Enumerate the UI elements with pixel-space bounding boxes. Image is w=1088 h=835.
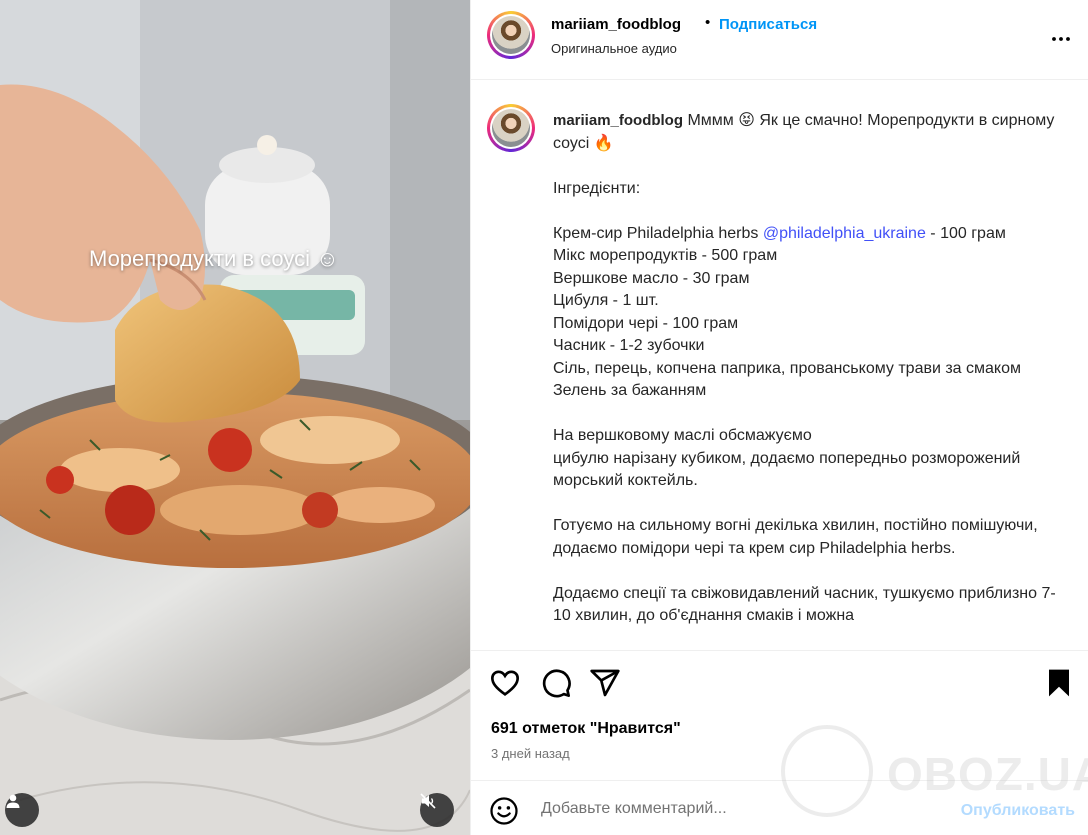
paper-plane-icon[interactable] [589, 667, 621, 699]
bookmark-icon[interactable] [1043, 667, 1075, 699]
step-3: Додаємо спеції та свіжовидавлений часник… [553, 584, 1056, 625]
mention-link[interactable]: @philadelphia_ukraine [763, 225, 926, 242]
likes-count[interactable]: 691 отметок "Нравится" [491, 720, 681, 738]
ingredient-4: Цибуля - 1 шт. [553, 292, 659, 309]
comment-bar: Опубликовать [471, 780, 1088, 835]
user-tag-button[interactable] [5, 793, 39, 827]
ingredients-title: Інгредієнти: [553, 179, 641, 197]
caption-username[interactable]: mariiam_foodblog [553, 112, 683, 129]
ingredient-7: Сіль, перець, копчена паприка, прованськ… [553, 359, 1021, 377]
caption-text: mariiam_foodblog Мммм 😝 Як це смачно! Мо… [553, 110, 1073, 628]
post-sidebar: mariiam_foodblog • Подписаться Оригиналь… [470, 0, 1088, 835]
ingredient-3: Вершкове масло - 30 грам [553, 269, 750, 287]
audio-label[interactable]: Оригинальное аудио [551, 41, 677, 56]
muted-speaker-icon [420, 793, 436, 809]
emoji-icon[interactable] [489, 796, 519, 826]
food-photo [0, 0, 470, 835]
comment-icon[interactable] [540, 667, 572, 699]
post-caption: mariiam_foodblog Мммм 😝 Як це смачно! Мо… [471, 80, 1088, 650]
user-icon [6, 794, 20, 808]
ingredient-2: Мікс морепродуктів - 500 грам [553, 247, 778, 264]
avatar-photo [492, 109, 530, 147]
post-actions: 691 отметок "Нравится" 3 дней назад [471, 650, 1088, 780]
post-header: mariiam_foodblog • Подписаться Оригиналь… [471, 0, 1088, 80]
header-username[interactable]: mariiam_foodblog [551, 16, 681, 33]
post-media[interactable]: Морепродукти в соусі ☺ [0, 0, 470, 835]
comment-input[interactable] [541, 795, 921, 823]
post-timestamp[interactable]: 3 дней назад [491, 746, 570, 761]
heart-icon[interactable] [489, 667, 521, 699]
step-1-line-2: цибулю нарізану кубиком, додаємо поперед… [553, 449, 1021, 490]
ingredient-1-amount: - 100 грам [925, 224, 1006, 242]
separator-dot: • [705, 14, 711, 31]
ingredient-8: Зелень за бажанням [553, 382, 707, 399]
step-2: Готуємо на сильному вогні декілька хвили… [553, 517, 1038, 557]
mute-button[interactable] [420, 793, 454, 827]
publish-button[interactable]: Опубликовать [961, 802, 1075, 820]
caption-avatar[interactable] [487, 104, 535, 152]
ingredient-6: Часник - 1-2 зубочки [553, 337, 705, 354]
ingredient-1: Крем-сир Philadelphia herbs [553, 224, 763, 242]
step-1-line-1: На вершковому маслі обсмажуємо [553, 427, 812, 444]
follow-button[interactable]: Подписаться [719, 16, 817, 33]
ingredient-5: Помідори чері - 100 грам [553, 314, 739, 332]
more-icon[interactable] [1049, 27, 1073, 51]
avatar-photo [492, 16, 530, 54]
video-overlay-text: Морепродукти в соусі ☺ [89, 246, 339, 271]
avatar[interactable] [487, 11, 535, 59]
